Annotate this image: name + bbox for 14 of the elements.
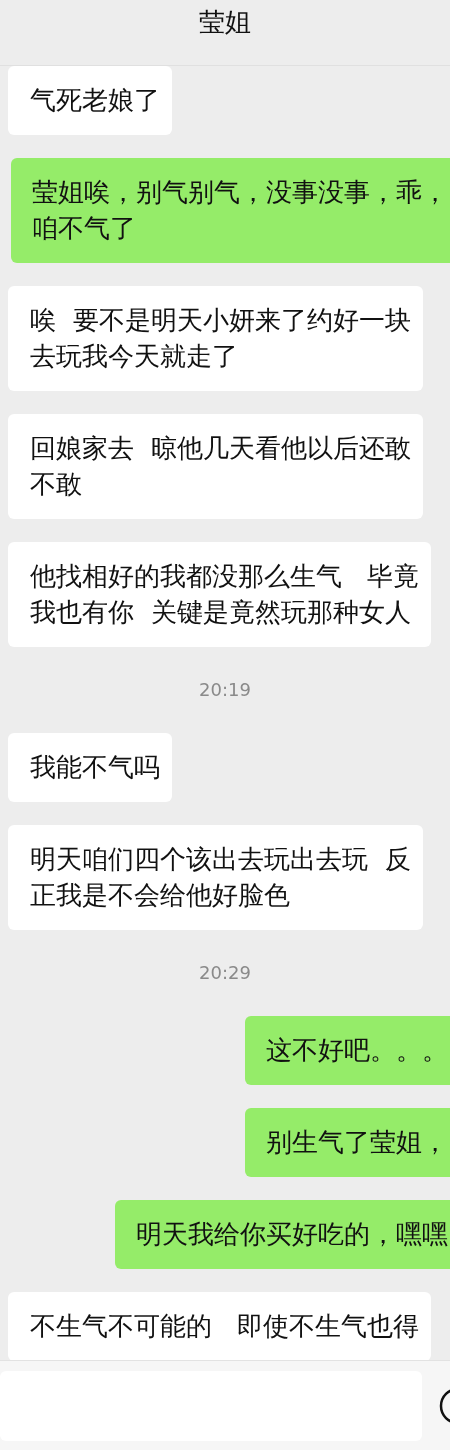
- message-bubble: 回娘家去 晾他几天看他以后还敢 不敢: [8, 414, 423, 519]
- message-bubble: 这不好吧。。。: [245, 1016, 450, 1085]
- chat-title: 莹姐: [199, 6, 251, 39]
- message-bubble: 他找相好的我都没那么生气 毕竟 我也有你 关键是竟然玩那种女人: [8, 542, 431, 647]
- message-bubble: 莹姐唉，别气别气，没事没事，乖， 咱不气了: [11, 158, 450, 263]
- timestamp: 20:19: [199, 678, 251, 702]
- timestamp: 20:29: [199, 961, 251, 985]
- message-bubble: 明天咱们四个该出去玩出去玩 反 正我是不会给他好脸色: [8, 825, 423, 930]
- message-bubble: 唉 要不是明天小妍来了约好一块 去玩我今天就走了: [8, 286, 423, 391]
- message-bubble: 不生气不可能的 即使不生气也得: [8, 1292, 431, 1360]
- message-bubble: 气死老娘了: [8, 66, 172, 135]
- message-bubble: 别生气了莹姐，: [245, 1108, 450, 1177]
- message-bubble: 我能不气吗: [8, 733, 172, 802]
- message-bubble: 明天我给你买好吃的，嘿嘿: [115, 1200, 450, 1269]
